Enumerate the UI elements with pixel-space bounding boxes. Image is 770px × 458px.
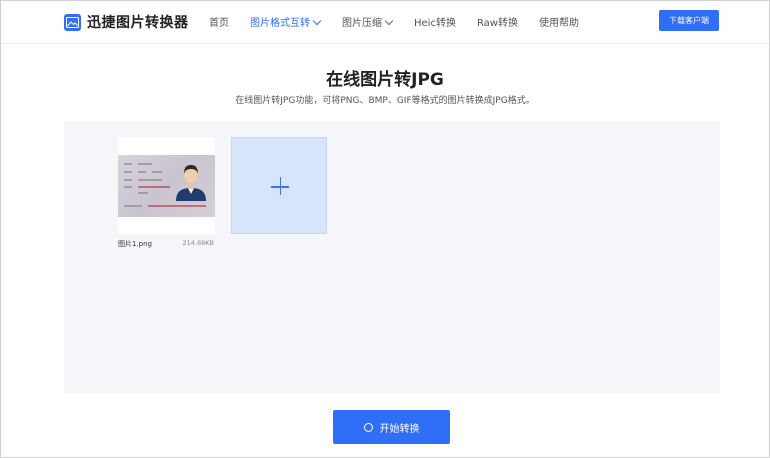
nav-item-heic[interactable]: Heic转换 [414,14,456,29]
file-thumbnail[interactable] [118,137,215,234]
start-convert-button[interactable]: 开始转换 [333,410,450,444]
page-title: 在线图片转JPG [326,70,444,90]
page-subtitle: 在线图片转JPG功能，可将PNG、BMP、GIF等格式的图片转换成JPG格式。 [235,96,535,106]
file-name: 图片1.png [118,240,153,248]
main-menu: 首页 图片格式互转 图片压缩 Heic转换 Raw转换 使用帮助 [209,14,579,29]
person-icon [176,165,206,201]
nav-item-format-convert[interactable]: 图片格式互转 [250,14,322,29]
top-nav: 迅捷图片转换器 首页 图片格式互转 图片压缩 Heic转换 Raw转换 使用帮助… [1,1,769,44]
chevron-down-icon [312,16,322,26]
nav-item-home[interactable]: 首页 [209,14,229,29]
start-convert-label: 开始转换 [379,423,420,435]
upload-area[interactable] [64,121,720,393]
logo-image-icon [64,13,81,31]
app-name: 迅捷图片转换器 [87,15,189,31]
file-size: 214.69KB [182,239,214,247]
download-client-button[interactable]: 下载客户端 [659,10,719,31]
browser-frame: 迅捷图片转换器 首页 图片格式互转 图片压缩 Heic转换 Raw转换 使用帮助… [0,0,770,458]
logo[interactable]: 迅捷图片转换器 [64,12,189,32]
nav-item-raw[interactable]: Raw转换 [477,14,518,29]
id-card-image [118,155,215,217]
add-image-button[interactable] [231,137,327,234]
nav-item-help[interactable]: 使用帮助 [539,14,579,29]
chevron-down-icon [384,16,394,26]
nav-item-compress[interactable]: 图片压缩 [342,14,394,29]
loading-spinner-icon [363,422,373,432]
